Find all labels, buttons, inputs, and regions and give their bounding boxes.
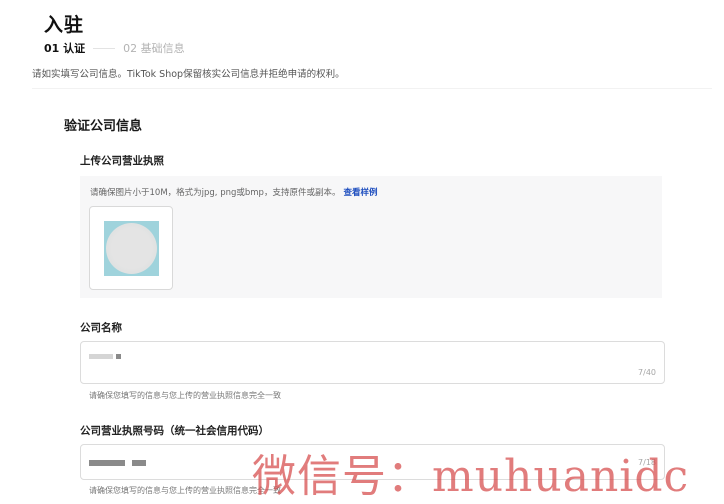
- license-upload-label: 上传公司营业执照: [80, 155, 164, 167]
- page-title: 入驻: [44, 14, 85, 36]
- step-verification[interactable]: 01 认证: [44, 40, 85, 56]
- license-number-label: 公司营业执照号码（统一社会信用代码）: [80, 425, 269, 437]
- company-name-helper-text: 请确保您填写的信息与您上传的营业执照信息完全一致: [89, 391, 281, 400]
- info-notice: 请如实填写公司信息。TikTok Shop保留核实公司信息并拒绝申请的权利。: [32, 69, 345, 80]
- upload-hint-text: 请确保图片小于10M，格式为jpg, png或bmp，支持原件或副本。: [90, 188, 341, 198]
- company-name-char-counter: 7/40: [638, 368, 656, 377]
- company-name-label: 公司名称: [80, 322, 122, 334]
- step-basic-info[interactable]: 02 基础信息: [123, 40, 185, 56]
- uploaded-license-thumbnail[interactable]: [89, 206, 173, 290]
- wechat-watermark: 微信号：muhuanidc: [252, 451, 690, 502]
- upload-hint: 请确保图片小于10M，格式为jpg, png或bmp，支持原件或副本。 查看样例: [90, 186, 377, 198]
- company-name-input[interactable]: 7/40: [80, 341, 665, 384]
- license-image-preview: [103, 220, 159, 276]
- step-indicator: 01 认证 02 基础信息: [44, 40, 185, 56]
- step-connector: [93, 47, 116, 49]
- view-sample-link[interactable]: 查看样例: [343, 188, 377, 198]
- license-upload-area[interactable]: 请确保图片小于10M，格式为jpg, png或bmp，支持原件或副本。 查看样例: [80, 176, 662, 298]
- section-title: 验证公司信息: [64, 119, 143, 134]
- company-name-value-redacted: [89, 354, 121, 359]
- license-number-value-redacted: [89, 460, 146, 466]
